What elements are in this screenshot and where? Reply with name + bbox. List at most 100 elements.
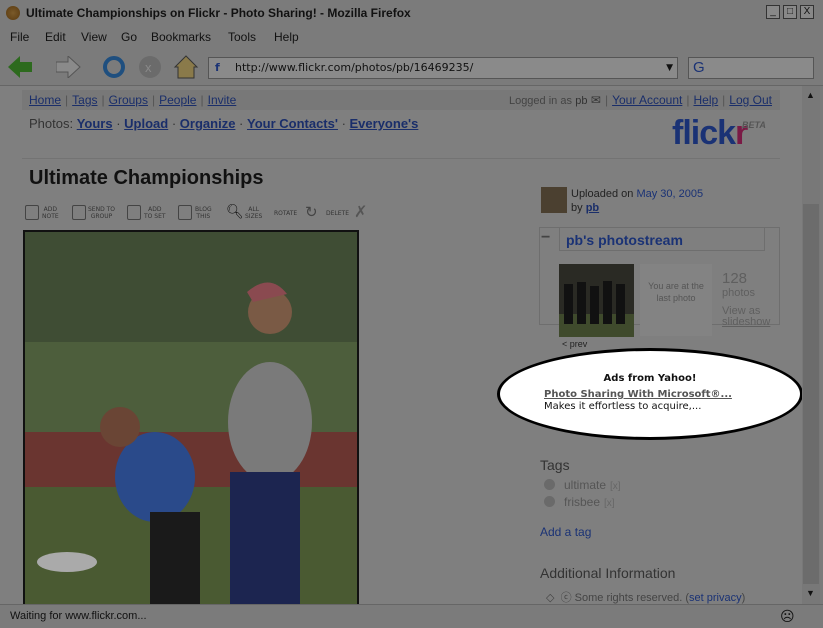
top-nav: Home | Tags | Groups | People | Invite Logged in… [22, 90, 780, 110]
menu-bar: File Edit View Go Bookmarks Tools Help [0, 26, 823, 48]
photos-everyones[interactable]: Everyone's [350, 116, 419, 131]
cc-icon: ⓒ [560, 592, 572, 604]
address-bar[interactable]: f http://www.flickr.com/photos/pb/1646923… [208, 57, 678, 79]
your-account-link[interactable]: Your Account [612, 93, 682, 107]
logged-in-label: Logged in as [508, 95, 572, 107]
forward-icon[interactable] [56, 56, 82, 78]
ad-heading: Ads from Yahoo! [603, 373, 697, 384]
send-to-group-button[interactable]: SEND TO GROUP [88, 206, 115, 220]
photostream-title[interactable]: pb's photostream [559, 227, 765, 251]
search-box[interactable]: G [688, 57, 814, 79]
window-title: Ultimate Championships on Flickr - Photo… [26, 6, 411, 20]
additional-info-heading: Additional Information [540, 565, 676, 581]
menu-view[interactable]: View [81, 26, 107, 48]
photos-nav: Photos: Yours · Upload · Organize · Your… [29, 116, 419, 131]
upload-info: Uploaded on May 30, 2005 by pb [571, 188, 704, 214]
scroll-down-icon[interactable]: ▼ [806, 588, 815, 598]
rotate-icon[interactable]: ↻ [305, 203, 318, 221]
remove-tag-button[interactable]: [x] [610, 481, 621, 492]
rotate-button[interactable]: ROTATE [274, 210, 297, 217]
page-content: Home | Tags | Groups | People | Invite Logged in… [0, 86, 802, 604]
menu-file[interactable]: File [10, 26, 29, 48]
title-bar: Ultimate Championships on Flickr - Photo… [0, 0, 823, 26]
photos-contacts[interactable]: Your Contacts' [247, 116, 338, 131]
scrollbar-thumb[interactable] [803, 204, 819, 584]
photos-organize[interactable]: Organize [180, 116, 236, 131]
reload-icon[interactable] [102, 55, 126, 79]
site-favicon: f [215, 61, 220, 74]
nav-home[interactable]: Home [29, 93, 61, 107]
slideshow-link[interactable]: slideshow [722, 317, 770, 328]
add-to-set-icon[interactable] [127, 205, 141, 220]
user-name: pb [575, 95, 588, 107]
add-to-set-button[interactable]: ADD TO SET [144, 206, 166, 220]
add-note-button[interactable]: ADD NOTE [42, 206, 59, 220]
photo-title: Ultimate Championships [29, 167, 264, 189]
status-text: Waiting for www.flickr.com... [10, 610, 147, 622]
blog-this-button[interactable]: BLOG THIS [195, 206, 212, 220]
delete-button[interactable]: DELETE [326, 210, 349, 217]
menu-bookmarks[interactable]: Bookmarks [151, 26, 211, 48]
main-photo[interactable] [23, 230, 359, 604]
photos-label: Photos: [29, 116, 74, 131]
send-to-group-icon[interactable] [72, 205, 86, 220]
beta-badge: BETA [742, 120, 766, 130]
menu-help[interactable]: Help [274, 26, 299, 48]
minimize-button[interactable]: _ [766, 5, 780, 19]
svg-text:x: x [145, 60, 152, 75]
divider [22, 158, 780, 159]
globe-icon [544, 496, 555, 507]
uploader-link[interactable]: pb [586, 202, 599, 214]
prev-link[interactable]: < prev [562, 339, 587, 349]
tag-link[interactable]: frisbee [564, 495, 600, 509]
last-photo-note: You are at the last photo [640, 264, 712, 336]
tag-link[interactable]: ultimate [564, 478, 606, 492]
add-tag-link[interactable]: Add a tag [540, 525, 591, 539]
photos-yours[interactable]: Yours [77, 116, 113, 131]
mail-icon[interactable]: ✉ [591, 93, 601, 107]
url-text: http://www.flickr.com/photos/pb/16469235… [235, 61, 474, 74]
globe-icon [544, 479, 555, 490]
ad-link[interactable]: Photo Sharing With Microsoft®... [544, 389, 732, 400]
collapse-icon[interactable]: − [541, 229, 550, 247]
bullet-icon: ◇ [546, 592, 555, 604]
status-bar: Waiting for www.flickr.com... ☹ [0, 604, 823, 628]
maximize-button[interactable]: □ [783, 5, 797, 19]
flickr-logo[interactable]: flickr [672, 114, 748, 153]
nav-people[interactable]: People [159, 93, 196, 107]
logout-link[interactable]: Log Out [729, 93, 772, 107]
delete-icon[interactable]: ✗ [354, 202, 367, 222]
tag-item: frisbee [x] [544, 495, 615, 509]
user-avatar[interactable] [541, 187, 567, 213]
google-icon[interactable]: G [693, 59, 705, 76]
menu-go[interactable]: Go [121, 26, 137, 48]
license-info: ◇ ⓒ Some rights reserved. (set privacy) [546, 592, 746, 604]
nav-tags[interactable]: Tags [72, 93, 97, 107]
scroll-up-icon[interactable]: ▲ [806, 90, 815, 100]
back-icon[interactable] [8, 56, 34, 78]
stop-icon[interactable]: x [138, 55, 162, 79]
upload-date-link[interactable]: May 30, 2005 [636, 188, 703, 200]
dropdown-arrow-icon[interactable]: ▼ [666, 58, 673, 78]
blog-this-icon[interactable] [178, 205, 192, 220]
nav-groups[interactable]: Groups [109, 93, 148, 107]
set-privacy-link[interactable]: set privacy [689, 592, 742, 604]
magnifier-icon[interactable]: 🔍︎ [226, 203, 244, 220]
all-sizes-button[interactable]: ALL SIZES [245, 206, 262, 220]
prev-photo-thumbnail[interactable] [559, 264, 634, 337]
menu-tools[interactable]: Tools [228, 26, 256, 48]
home-icon[interactable] [173, 54, 199, 80]
tag-item: ultimate [x] [544, 478, 621, 492]
photos-upload[interactable]: Upload [124, 116, 168, 131]
add-note-icon[interactable] [25, 205, 39, 220]
tags-heading: Tags [540, 457, 570, 473]
remove-tag-button[interactable]: [x] [604, 498, 615, 509]
close-button[interactable]: X [800, 5, 814, 19]
help-link[interactable]: Help [693, 93, 718, 107]
menu-edit[interactable]: Edit [45, 26, 66, 48]
account-nav: Logged in as pb ✉ | Your Account | Help | Log … [508, 93, 772, 107]
photo-count: 128 photos View as slideshow [722, 270, 771, 328]
ad-description: Makes it effortless to acquire,... [544, 401, 702, 412]
nav-invite[interactable]: Invite [208, 93, 237, 107]
status-icon: ☹ [780, 608, 795, 624]
